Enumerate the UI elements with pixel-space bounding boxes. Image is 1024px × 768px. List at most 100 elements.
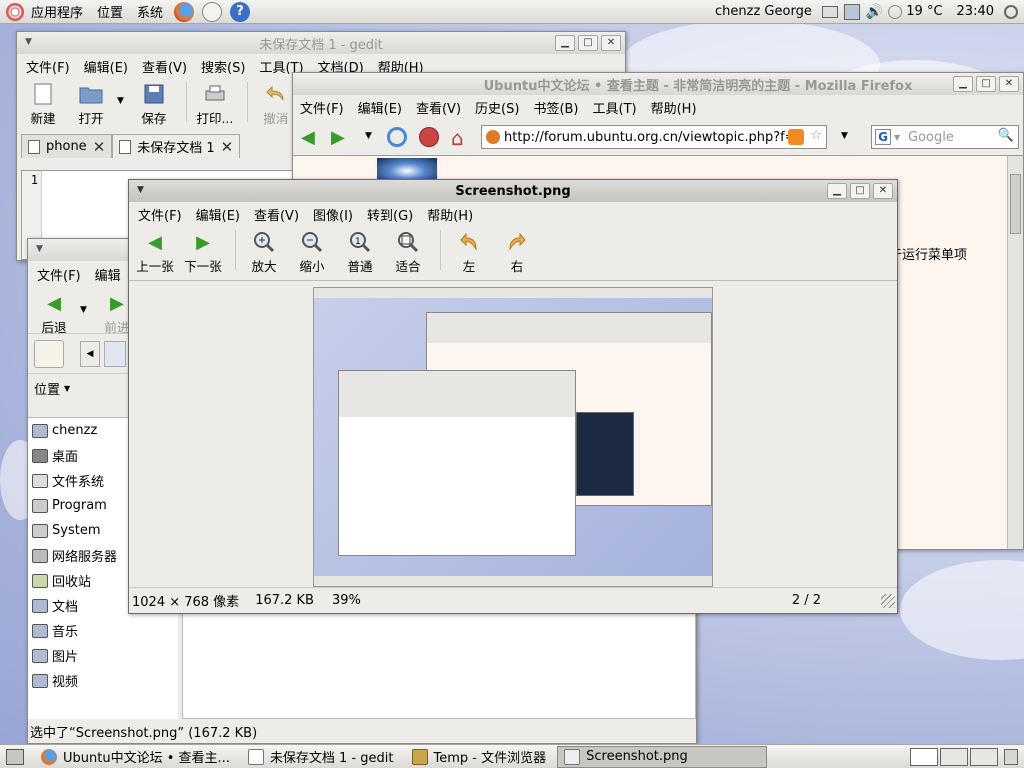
place-pictures[interactable]: 图片	[28, 643, 178, 668]
ff-menu-edit[interactable]: 编辑(E)	[351, 98, 409, 117]
open-dropdown-icon[interactable]: ▼	[117, 96, 124, 106]
tab-close-icon[interactable]: ✕	[93, 138, 106, 156]
ff-menu-tools[interactable]: 工具(T)	[586, 98, 644, 117]
ff-menu-bookmarks[interactable]: 书签(B)	[526, 98, 585, 117]
rss-icon[interactable]	[788, 129, 804, 145]
clock[interactable]: 23:40	[950, 4, 1004, 19]
maximize-button[interactable]: □	[976, 76, 996, 92]
url-bar[interactable]: http://forum.ubuntu.org.cn/viewtopic.php…	[481, 125, 827, 149]
workspace-2[interactable]	[940, 747, 968, 766]
back-button[interactable]: ◀ 后退	[32, 291, 76, 336]
open-button[interactable]: 打开	[69, 82, 113, 127]
maximize-button[interactable]: □	[578, 35, 598, 51]
ubuntu-logo-icon[interactable]	[6, 2, 24, 21]
weather-temp[interactable]: 19 °C	[904, 4, 949, 19]
next-label: 下一张	[184, 259, 222, 274]
rotate-right-button[interactable]: 右	[495, 230, 539, 275]
show-desktop-icon[interactable]	[6, 748, 24, 765]
window-menu-icon[interactable]: ▼	[36, 244, 43, 254]
bookmark-star-icon[interactable]: ☆	[810, 128, 822, 143]
zoom-out-button[interactable]: 缩小	[290, 230, 334, 275]
ff-menu-help[interactable]: 帮助(H)	[644, 98, 704, 117]
close-button[interactable]: ✕	[601, 35, 621, 51]
shutdown-icon[interactable]	[1004, 4, 1018, 19]
reload-icon[interactable]	[387, 127, 407, 147]
eog-menu-file[interactable]: 文件(F)	[131, 205, 189, 224]
firefox-launcher-icon[interactable]	[174, 1, 195, 22]
eog-menu-go[interactable]: 转到(G)	[360, 205, 420, 224]
back-arrow-icon[interactable]: ◀	[301, 127, 315, 148]
menu-system[interactable]: 系统	[130, 2, 170, 21]
url-dropdown-icon[interactable]: ▼	[841, 131, 848, 141]
menu-applications[interactable]: 应用程序	[24, 2, 90, 21]
help-launcher-icon[interactable]: ?	[230, 1, 251, 22]
search-icon[interactable]: 🔍	[998, 128, 1014, 143]
place-music[interactable]: 音乐	[28, 618, 178, 643]
nautilus-menu-file[interactable]: 文件(F)	[30, 265, 88, 284]
maximize-button[interactable]: □	[850, 183, 870, 199]
engine-dropdown-icon[interactable]: ▼	[894, 133, 900, 142]
path-home-button[interactable]	[104, 340, 126, 367]
scrollbar-thumb[interactable]	[1010, 174, 1021, 234]
gedit-menu-search[interactable]: 搜索(S)	[194, 57, 252, 76]
workspace-3[interactable]	[970, 747, 998, 766]
ff-menu-view[interactable]: 查看(V)	[409, 98, 468, 117]
history-dropdown-icon[interactable]: ▼	[365, 131, 372, 141]
close-button[interactable]: ✕	[999, 76, 1019, 92]
save-button[interactable]: 保存	[132, 82, 176, 127]
eog-menu-image[interactable]: 图像(I)	[306, 205, 360, 224]
taskbar-item-image-viewer[interactable]: Screenshot.png	[557, 745, 768, 768]
printer-icon[interactable]	[821, 5, 838, 18]
nautilus-menu-edit[interactable]: 编辑	[88, 265, 128, 284]
tab-close-icon[interactable]: ✕	[221, 138, 234, 156]
ff-menu-history[interactable]: 历史(S)	[468, 98, 526, 117]
best-fit-button[interactable]: 适合	[386, 230, 430, 275]
search-field[interactable]: G ▼ Google 🔍	[871, 125, 1019, 149]
place-videos[interactable]: 视频	[28, 668, 178, 693]
eog-menu-view[interactable]: 查看(V)	[247, 205, 306, 224]
zoom-in-button[interactable]: 放大	[242, 230, 286, 275]
tab-unsaved-document[interactable]: 未保存文档 1 ✕	[112, 134, 241, 158]
close-button[interactable]: ✕	[873, 183, 893, 199]
user-switcher[interactable]: chenzz George	[708, 4, 819, 19]
gedit-titlebar[interactable]: ▼ 未保存文档 1 - gedit ▁ □ ✕	[17, 32, 625, 54]
taskbar-item-gedit[interactable]: 未保存文档 1 - gedit	[241, 746, 401, 768]
firefox-titlebar[interactable]: Ubuntu中文论坛 • 查看主题 - 非常简洁明亮的主题 - Mozilla …	[293, 73, 1023, 95]
trash-applet-icon[interactable]	[1004, 748, 1018, 765]
next-image-button[interactable]: ▶ 下一张	[181, 230, 225, 275]
stop-icon[interactable]	[419, 127, 439, 147]
back-dropdown-icon[interactable]: ▼	[80, 305, 87, 315]
edit-location-icon[interactable]	[34, 339, 64, 368]
workspace-switcher[interactable]	[910, 747, 998, 766]
taskbar-item-firefox[interactable]: Ubuntu中文论坛 • 查看主...	[34, 746, 237, 768]
minimize-button[interactable]: ▁	[827, 183, 847, 199]
gedit-menu-view[interactable]: 查看(V)	[135, 57, 194, 76]
print-button[interactable]: 打印...	[193, 82, 237, 127]
forward-arrow-icon[interactable]: ▶	[331, 127, 345, 148]
network-icon[interactable]	[843, 3, 860, 20]
taskbar-item-file-browser[interactable]: Temp - 文件浏览器	[405, 746, 554, 768]
menu-places[interactable]: 位置	[90, 2, 130, 21]
eog-menu-help[interactable]: 帮助(H)	[420, 205, 480, 224]
home-icon[interactable]: ⌂	[451, 126, 464, 150]
tab-phone[interactable]: phone ✕	[21, 134, 113, 158]
normal-size-button[interactable]: 1 普通	[338, 230, 382, 275]
rotate-left-button[interactable]: 左	[447, 230, 491, 275]
eog-menu-edit[interactable]: 编辑(E)	[189, 205, 247, 224]
resize-grip-icon[interactable]	[881, 593, 895, 608]
image-canvas[interactable]	[129, 280, 897, 587]
vertical-scrollbar[interactable]	[1007, 156, 1023, 549]
minimize-button[interactable]: ▁	[953, 76, 973, 92]
gedit-menu-file[interactable]: 文件(F)	[19, 57, 77, 76]
google-engine-icon[interactable]: G	[875, 129, 891, 145]
minimize-button[interactable]: ▁	[555, 35, 575, 51]
gedit-menu-edit[interactable]: 编辑(E)	[77, 57, 135, 76]
workspace-1[interactable]	[910, 747, 938, 766]
eog-titlebar[interactable]: ▼ Screenshot.png ▁ □ ✕	[129, 180, 897, 202]
new-button[interactable]: 新建	[21, 82, 65, 127]
ff-menu-file[interactable]: 文件(F)	[293, 98, 351, 117]
previous-image-button[interactable]: ◀ 上一张	[133, 230, 177, 275]
path-left-arrow-icon[interactable]: ◀	[80, 340, 100, 367]
mail-launcher-icon[interactable]	[202, 1, 223, 22]
volume-icon[interactable]: 🔊	[866, 4, 883, 20]
